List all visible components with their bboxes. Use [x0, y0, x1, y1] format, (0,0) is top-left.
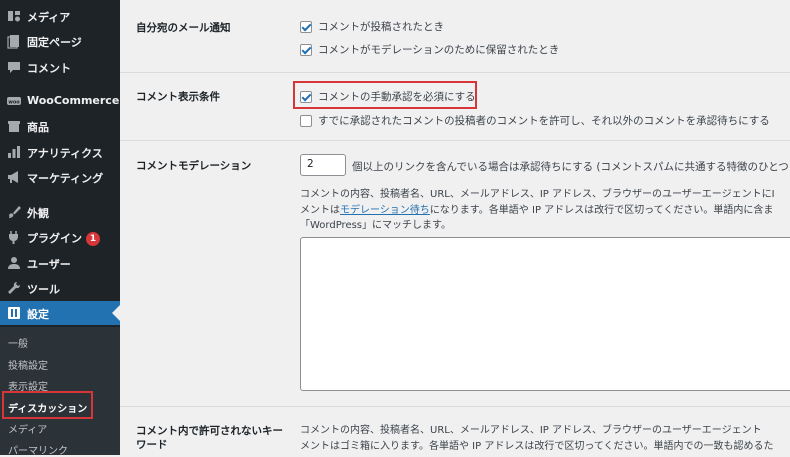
highlight-box-manual-approval — [293, 81, 477, 109]
menu-item-comments[interactable]: コメント — [0, 55, 120, 79]
menu-item-woocommerce[interactable]: woo WooCommerce — [0, 89, 120, 113]
discussion-settings-form: 自分宛のメール通知 コメントが投稿されたとき コメントがモデレーションのために保… — [120, 0, 790, 455]
menu-item-products[interactable]: 商品 — [0, 114, 120, 138]
disallowed-keys-label-cont: ワード — [136, 439, 168, 451]
user-icon — [8, 257, 20, 269]
moderation-desc-line3: 「WordPress」にマッチします。 — [300, 220, 452, 231]
moderation-links-input[interactable]: 2 — [300, 154, 346, 176]
menu-item-users[interactable]: ユーザー — [0, 251, 120, 275]
analytics-icon — [8, 146, 20, 158]
menu-item-plugins[interactable]: プラグイン 1 — [0, 225, 120, 249]
menu-label: プラグイン 1 — [27, 230, 100, 246]
highlight-box-discussion — [2, 391, 93, 419]
comment-icon — [8, 62, 20, 73]
plugin-icon — [9, 231, 18, 244]
svg-text:woo: woo — [8, 100, 20, 106]
submenu-item-media[interactable]: メディア — [8, 421, 47, 436]
menu-item-pages[interactable]: 固定ページ — [0, 29, 120, 53]
menu-item-settings[interactable]: 設定 — [0, 301, 120, 325]
menu-label: ツール — [27, 283, 60, 296]
notify-on-moderation-checkbox[interactable] — [300, 43, 312, 56]
section-divider — [120, 140, 790, 141]
menu-label: メディア — [27, 11, 71, 24]
menu-label: 設定 — [27, 308, 49, 321]
media-icon — [8, 11, 20, 22]
page-icon — [7, 35, 19, 49]
menu-item-appearance[interactable]: 外観 — [0, 200, 120, 224]
brush-icon — [9, 206, 21, 218]
menu-label: アナリティクス — [27, 147, 103, 160]
section-divider — [120, 406, 790, 407]
moderation-keys-textarea[interactable] — [300, 237, 790, 391]
admin-sidebar: メディア 固定ページ コメント woo WooCommerce 商品 アナリティ… — [0, 0, 120, 457]
menu-item-analytics[interactable]: アナリティクス — [0, 140, 120, 164]
moderation-label: コメントモデレーション — [136, 160, 252, 172]
menu-label: ユーザー — [27, 258, 71, 271]
notify-on-moderation-option[interactable]: コメントがモデレーションのために保留されたとき — [300, 42, 559, 57]
wrench-icon — [8, 281, 21, 294]
moderation-links-text: 個以上のリンクを含んでいる場合は承認待ちにする (コメントスパムに共通する特徴の… — [352, 161, 789, 173]
submenu-item-writing[interactable]: 投稿設定 — [8, 357, 48, 372]
menu-label: WooCommerce — [27, 94, 120, 107]
email-notify-label: 自分宛のメール通知 — [136, 22, 231, 34]
menu-item-marketing[interactable]: マーケティング — [0, 165, 120, 189]
moderation-desc-line2: メントはモデレーション待ちになります。各単語や IP アドレスは改行で区切ってく… — [300, 205, 774, 216]
menu-label: 外観 — [27, 207, 49, 220]
menu-item-tools[interactable]: ツール — [0, 276, 120, 300]
previously-approved-option[interactable]: すでに承認されたコメントの投稿者のコメントを許可し、それ以外のコメントを承認待ち… — [300, 113, 770, 128]
previously-approved-checkbox[interactable] — [300, 114, 312, 127]
menu-label: 固定ページ — [27, 36, 82, 49]
display-conditions-label: コメント表示条件 — [136, 91, 220, 103]
disallowed-keys-label: コメント内で許可されないキー — [136, 425, 283, 437]
moderation-queue-link[interactable]: モデレーション待ち — [340, 205, 430, 216]
products-icon — [8, 121, 20, 132]
menu-label: コメント — [27, 62, 71, 75]
notify-on-comment-checkbox[interactable] — [300, 20, 312, 33]
moderation-desc-line1: コメントの内容、投稿者名、URL、メールアドレス、IP アドレス、ブラウザーのユ… — [300, 189, 775, 200]
woo-icon: woo — [7, 97, 21, 106]
section-divider — [120, 72, 790, 73]
menu-label: マーケティング — [27, 172, 104, 185]
settings-icon — [8, 307, 20, 319]
notify-on-comment-option[interactable]: コメントが投稿されたとき — [300, 19, 444, 34]
disallowed-desc-line2: メントはゴミ箱に入ります。各単語や IP アドレスは改行で区切ってください。単語… — [300, 441, 774, 452]
megaphone-icon — [8, 171, 18, 183]
menu-label: 商品 — [27, 121, 49, 134]
update-count-badge: 1 — [86, 232, 100, 246]
disallowed-desc-line1: コメントの内容、投稿者名、URL、メールアドレス、IP アドレス、ブラウザーのユ… — [300, 425, 762, 436]
submenu-item-general[interactable]: 一般 — [8, 335, 28, 350]
menu-item-media[interactable]: メディア — [0, 4, 120, 28]
